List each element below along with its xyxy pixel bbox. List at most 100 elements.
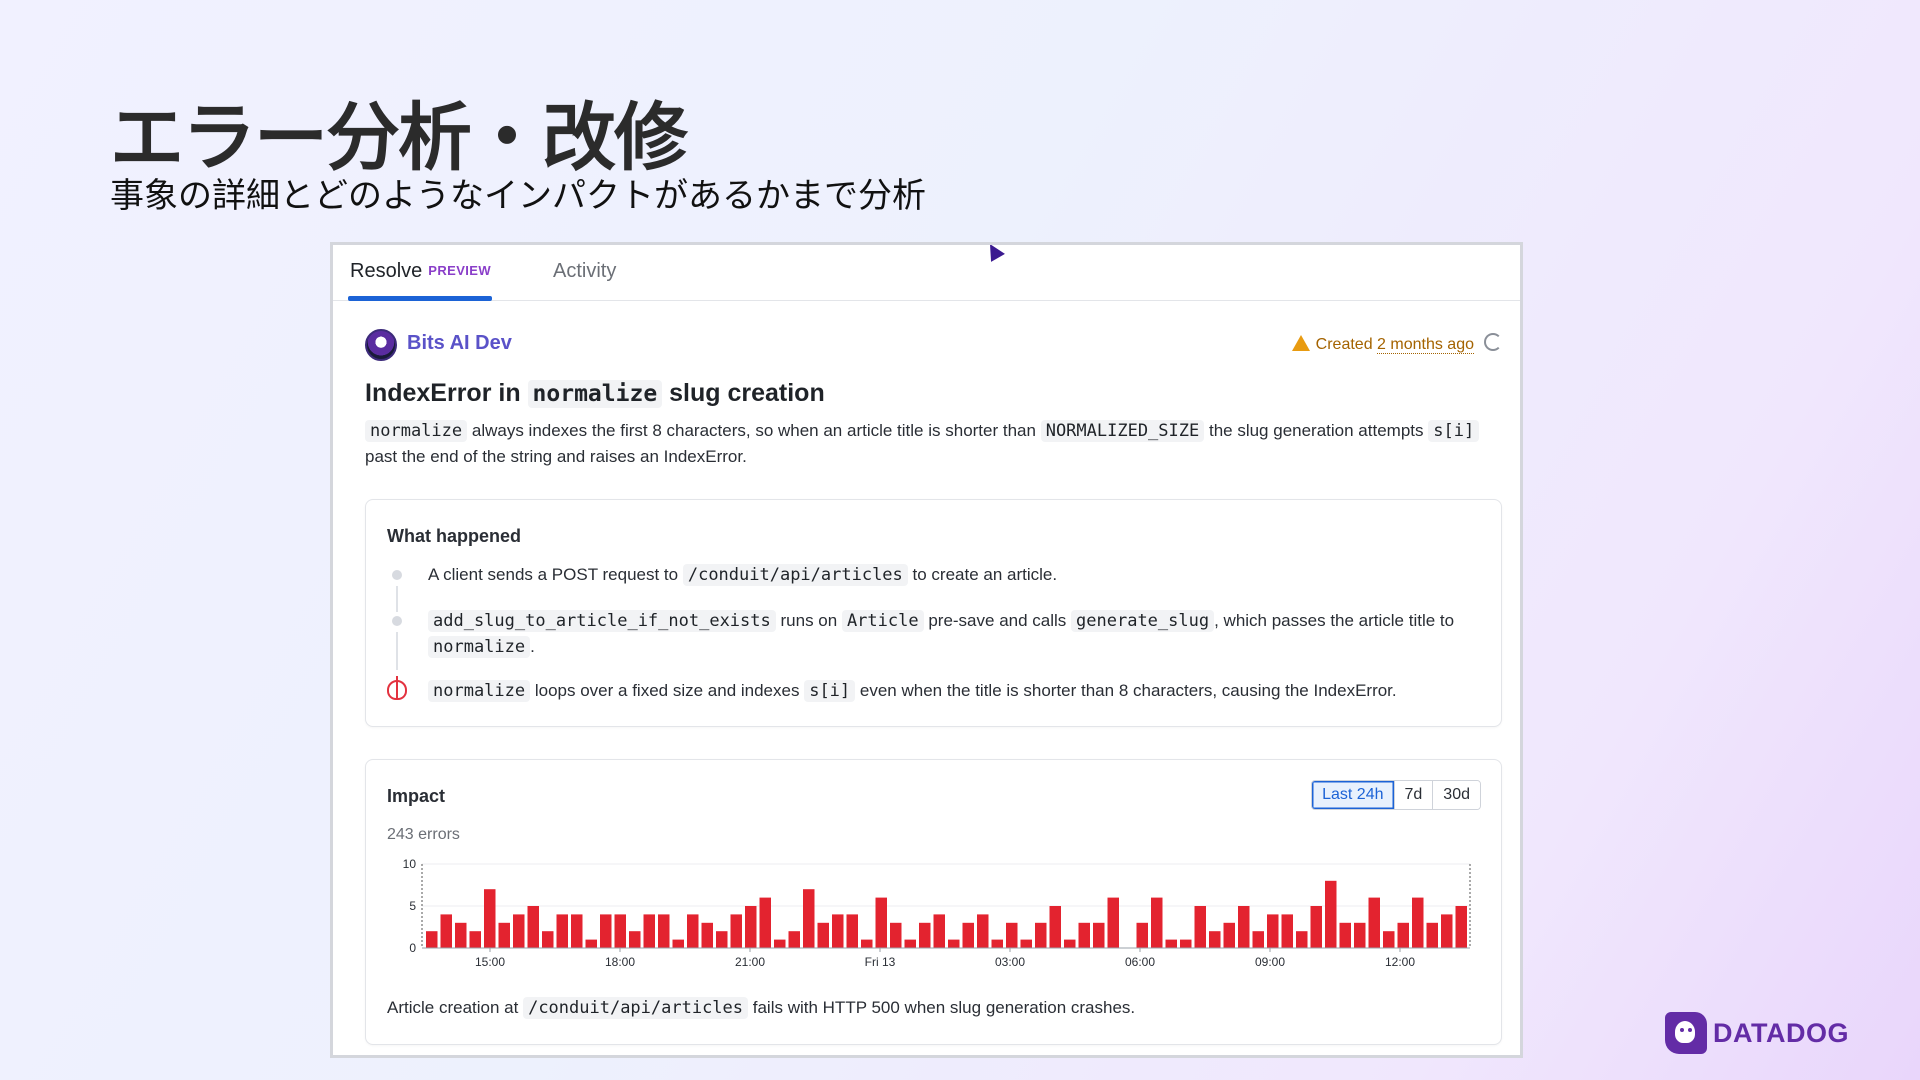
step-text: to create an article. <box>912 565 1058 584</box>
tab-bar: Resolve PREVIEW Activity <box>333 245 1520 301</box>
chart-bar <box>1252 931 1264 948</box>
x-tick-label: Fri 13 <box>865 955 896 969</box>
chart-bar <box>687 914 699 948</box>
chart-bar <box>919 922 931 948</box>
author-row: Bits AI Dev Created 2 months ago <box>365 329 1502 361</box>
avatar <box>365 329 397 361</box>
bug-icon <box>387 676 407 700</box>
chart-bar <box>1397 922 1409 948</box>
timeline-dot <box>392 616 402 626</box>
chart-bar <box>904 939 916 948</box>
errors-count: 243 errors <box>387 826 460 843</box>
refresh-icon[interactable] <box>1484 333 1502 351</box>
chart-bar <box>1426 922 1438 948</box>
chart-bar <box>1035 922 1047 948</box>
chart-bar <box>1412 897 1424 948</box>
error-panel: Resolve PREVIEW Activity Bits AI Dev Crea… <box>330 242 1523 1058</box>
created-info: Created 2 months ago <box>1291 335 1474 354</box>
issue-title: IndexError in normalize slug creation <box>365 379 1502 408</box>
chart-bar <box>1006 922 1018 948</box>
chart-bar <box>1049 906 1061 948</box>
chart-bar <box>556 914 568 948</box>
x-tick-label: 06:00 <box>1125 955 1155 969</box>
chart-bar <box>788 931 800 948</box>
chart-bar <box>1281 914 1293 948</box>
chart-bar <box>426 931 438 948</box>
x-tick-label: 18:00 <box>605 955 635 969</box>
desc-text: past the end of the string and raises an… <box>365 447 747 466</box>
chart-bar <box>745 906 757 948</box>
chart-bar <box>962 922 974 948</box>
datadog-dog-icon <box>1665 1012 1707 1054</box>
chart-bar <box>1368 897 1380 948</box>
range-last-24h-button[interactable]: Last 24h <box>1312 781 1394 809</box>
inline-code: /conduit/api/articles <box>682 564 908 586</box>
desc-text: the slug generation attempts <box>1208 421 1424 440</box>
inline-code: normalize <box>428 680 531 702</box>
inline-code: add_slug_to_article_if_not_exists <box>428 610 776 632</box>
timeline-line <box>396 586 398 612</box>
chart-bar <box>1238 906 1250 948</box>
created-time[interactable]: 2 months ago <box>1377 336 1474 354</box>
note-text: fails with HTTP 500 when slug generation… <box>752 998 1136 1017</box>
chart-bar <box>571 914 583 948</box>
chart-bar <box>614 914 626 948</box>
tab-resolve[interactable]: Resolve PREVIEW <box>350 260 491 283</box>
x-tick-label: 03:00 <box>995 955 1025 969</box>
mouse-cursor-icon <box>983 245 1005 262</box>
chart-bar <box>1180 939 1192 948</box>
chart-bar <box>1339 922 1351 948</box>
impact-card: Impact Last 24h 7d 30d 243 errors 0 5 10 15… <box>365 759 1502 1045</box>
chart-bar <box>1078 922 1090 948</box>
chart-bar <box>803 889 815 948</box>
what-happened-card: What happened A client sends a POST requ… <box>365 499 1502 727</box>
tab-activity[interactable]: Activity <box>553 260 616 283</box>
chart-bar <box>1151 897 1163 948</box>
x-tick-label: 12:00 <box>1385 955 1415 969</box>
issue-description: normalize always indexes the first 8 cha… <box>365 418 1485 469</box>
impact-bar-chart: 0 5 10 15:00 18:00 21:00 Fri 13 03:00 06:00 09:00… <box>403 857 1471 969</box>
chart-bar <box>1209 931 1221 948</box>
desc-text: always indexes the first 8 characters, s… <box>471 421 1036 440</box>
chart-bar <box>832 914 844 948</box>
chart-bar <box>1020 939 1032 948</box>
chart-bar <box>440 914 452 948</box>
range-30d-button[interactable]: 30d <box>1432 781 1480 809</box>
inline-code: generate_slug <box>1071 610 1215 632</box>
what-happened-title: What happened <box>387 526 521 546</box>
note-text: Article creation at <box>387 998 519 1017</box>
chart-bar <box>513 914 525 948</box>
timeline-line <box>396 632 398 670</box>
range-7d-button[interactable]: 7d <box>1393 781 1433 809</box>
step-text: A client sends a POST request to <box>428 565 679 584</box>
logo-text: DATADOG <box>1713 1017 1849 1048</box>
timeline-step-3: normalize loops over a fixed size and in… <box>428 678 1478 704</box>
resolve-content: Bits AI Dev Created 2 months ago IndexEr… <box>365 329 1502 1045</box>
issue-title-code: normalize <box>527 380 663 408</box>
author-name[interactable]: Bits AI Dev <box>407 332 512 355</box>
chart-bar <box>1194 906 1206 948</box>
inline-code: normalize <box>365 420 468 442</box>
chart-bar <box>817 922 829 948</box>
issue-title-text-end: slug creation <box>669 379 825 407</box>
chart-bar <box>1107 897 1119 948</box>
x-tick-label: 09:00 <box>1255 955 1285 969</box>
chart-bar <box>1383 931 1395 948</box>
slide-subtitle: 事象の詳細とどのようなインパクトがあるかまで分析 <box>110 176 926 216</box>
created-label: Created <box>1315 336 1373 353</box>
chart-bar <box>658 914 670 948</box>
chart-bar <box>672 939 684 948</box>
chart-bar <box>701 922 713 948</box>
timeline-dot <box>392 570 402 580</box>
chart-bar <box>933 914 945 948</box>
chart-bar <box>716 931 728 948</box>
impact-note: Article creation at /conduit/api/article… <box>387 997 1136 1019</box>
chart-bar <box>498 922 510 948</box>
chart-bar <box>629 931 641 948</box>
timeline-step-2: add_slug_to_article_if_not_exists runs o… <box>428 608 1478 660</box>
impact-title: Impact <box>387 786 446 806</box>
chart-bar <box>1325 880 1337 948</box>
y-tick-label: 0 <box>409 941 416 955</box>
inline-code: s[i] <box>1428 420 1480 442</box>
chart-bar <box>484 889 496 948</box>
